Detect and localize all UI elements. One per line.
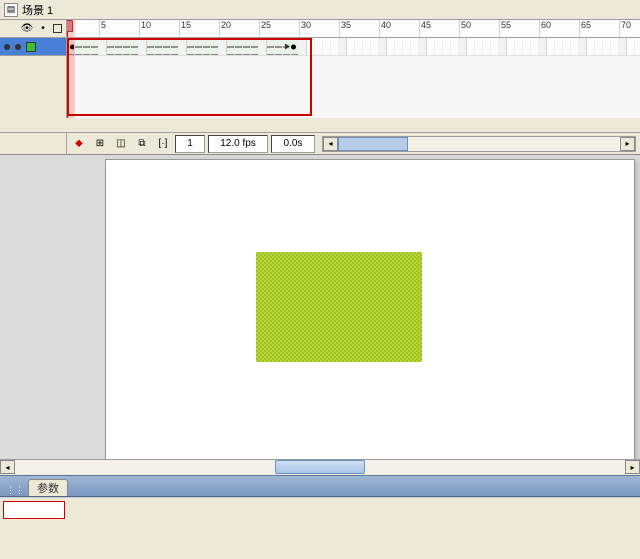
timeline-body — [0, 38, 640, 118]
ruler-tick: 35 — [339, 20, 351, 37]
current-frame-field[interactable]: 1 — [175, 135, 205, 153]
ruler-tick: 15 — [179, 20, 191, 37]
scroll-right-button[interactable]: ▸ — [620, 137, 635, 151]
playhead-marker-icon[interactable]: ⬥ — [70, 135, 88, 153]
fps-field[interactable]: 12.0 fps — [208, 135, 268, 153]
properties-tab[interactable]: 参数 — [28, 479, 68, 496]
layer-lock-dot[interactable] — [15, 44, 21, 50]
ruler-tick: 25 — [259, 20, 271, 37]
scroll-track[interactable] — [338, 137, 620, 151]
ruler-tick: 50 — [459, 20, 471, 37]
stage[interactable] — [105, 159, 635, 475]
property-field-highlighted[interactable] — [3, 501, 65, 519]
playhead-handle[interactable] — [67, 20, 73, 32]
onion-skin-button[interactable]: ◫ — [112, 135, 130, 153]
edit-multiple-frames-button[interactable]: [·] — [154, 135, 172, 153]
scroll-left-button[interactable]: ◂ — [323, 137, 338, 151]
stage-scroll-right-button[interactable]: ▸ — [625, 460, 640, 474]
layer-color-swatch[interactable] — [26, 42, 36, 52]
ruler-tick: 30 — [299, 20, 311, 37]
stage-scroll-track[interactable] — [15, 460, 625, 474]
frames-empty-area — [67, 56, 640, 118]
scene-bar: ▤ 场景 1 — [0, 0, 640, 20]
stage-scroll-thumb[interactable] — [275, 460, 365, 474]
lock-icon[interactable]: • — [37, 23, 49, 35]
timeline-footer: ⬥ ⊞ ◫ ⧉ [·] 1 12.0 fps 0.0s ◂ ▸ — [0, 132, 640, 154]
frame-ruler[interactable]: 5 10 15 20 25 30 35 40 45 50 55 60 65 70 — [67, 20, 640, 37]
panel-grip-icon[interactable]: ⋮⋮ — [6, 485, 24, 496]
timeline-panel: 👁 • 5 10 15 20 25 30 35 40 45 50 55 60 65 70 — [0, 20, 640, 155]
ruler-tick: 55 — [499, 20, 511, 37]
properties-panel-header[interactable]: ⋮⋮ 参数 — [0, 475, 640, 497]
elapsed-time-field: 0.0s — [271, 135, 315, 153]
ruler-tick: 40 — [379, 20, 391, 37]
frames-area[interactable] — [67, 38, 640, 118]
layer-column — [0, 38, 67, 118]
timeline-scrollbar[interactable]: ◂ ▸ — [322, 136, 636, 152]
stage-container: ◂ ▸ — [0, 155, 640, 475]
scroll-thumb[interactable] — [338, 137, 408, 151]
layer-controls-spacer — [4, 133, 67, 154]
stage-scroll-left-button[interactable]: ◂ — [0, 460, 15, 474]
timeline-header: 👁 • 5 10 15 20 25 30 35 40 45 50 55 60 65 70 — [0, 20, 640, 38]
layer-visibility-dot[interactable] — [4, 44, 10, 50]
ruler-tick: 10 — [139, 20, 151, 37]
ruler-tick: 70 — [619, 20, 631, 37]
ruler-tick: 5 — [99, 20, 106, 37]
stage-gutter — [0, 155, 105, 475]
ruler-tick: 60 — [539, 20, 551, 37]
layer-column-header: 👁 • — [0, 20, 67, 37]
ruler-tick: 65 — [579, 20, 591, 37]
stage-h-scrollbar[interactable]: ◂ ▸ — [0, 459, 640, 475]
properties-panel-body — [0, 497, 640, 539]
eye-icon[interactable]: 👁 — [21, 23, 33, 35]
outline-icon[interactable] — [53, 24, 62, 33]
scene-title: 场景 1 — [22, 2, 53, 18]
layer-row[interactable] — [0, 38, 66, 56]
shape-rectangle[interactable] — [256, 252, 422, 362]
ruler-tick: 20 — [219, 20, 231, 37]
onion-skin-outlines-button[interactable]: ⧉ — [133, 135, 151, 153]
frame-row[interactable] — [67, 38, 640, 56]
playhead-line[interactable] — [67, 38, 75, 118]
scene-icon: ▤ — [4, 3, 18, 17]
ruler-tick: 45 — [419, 20, 431, 37]
center-frame-button[interactable]: ⊞ — [91, 135, 109, 153]
